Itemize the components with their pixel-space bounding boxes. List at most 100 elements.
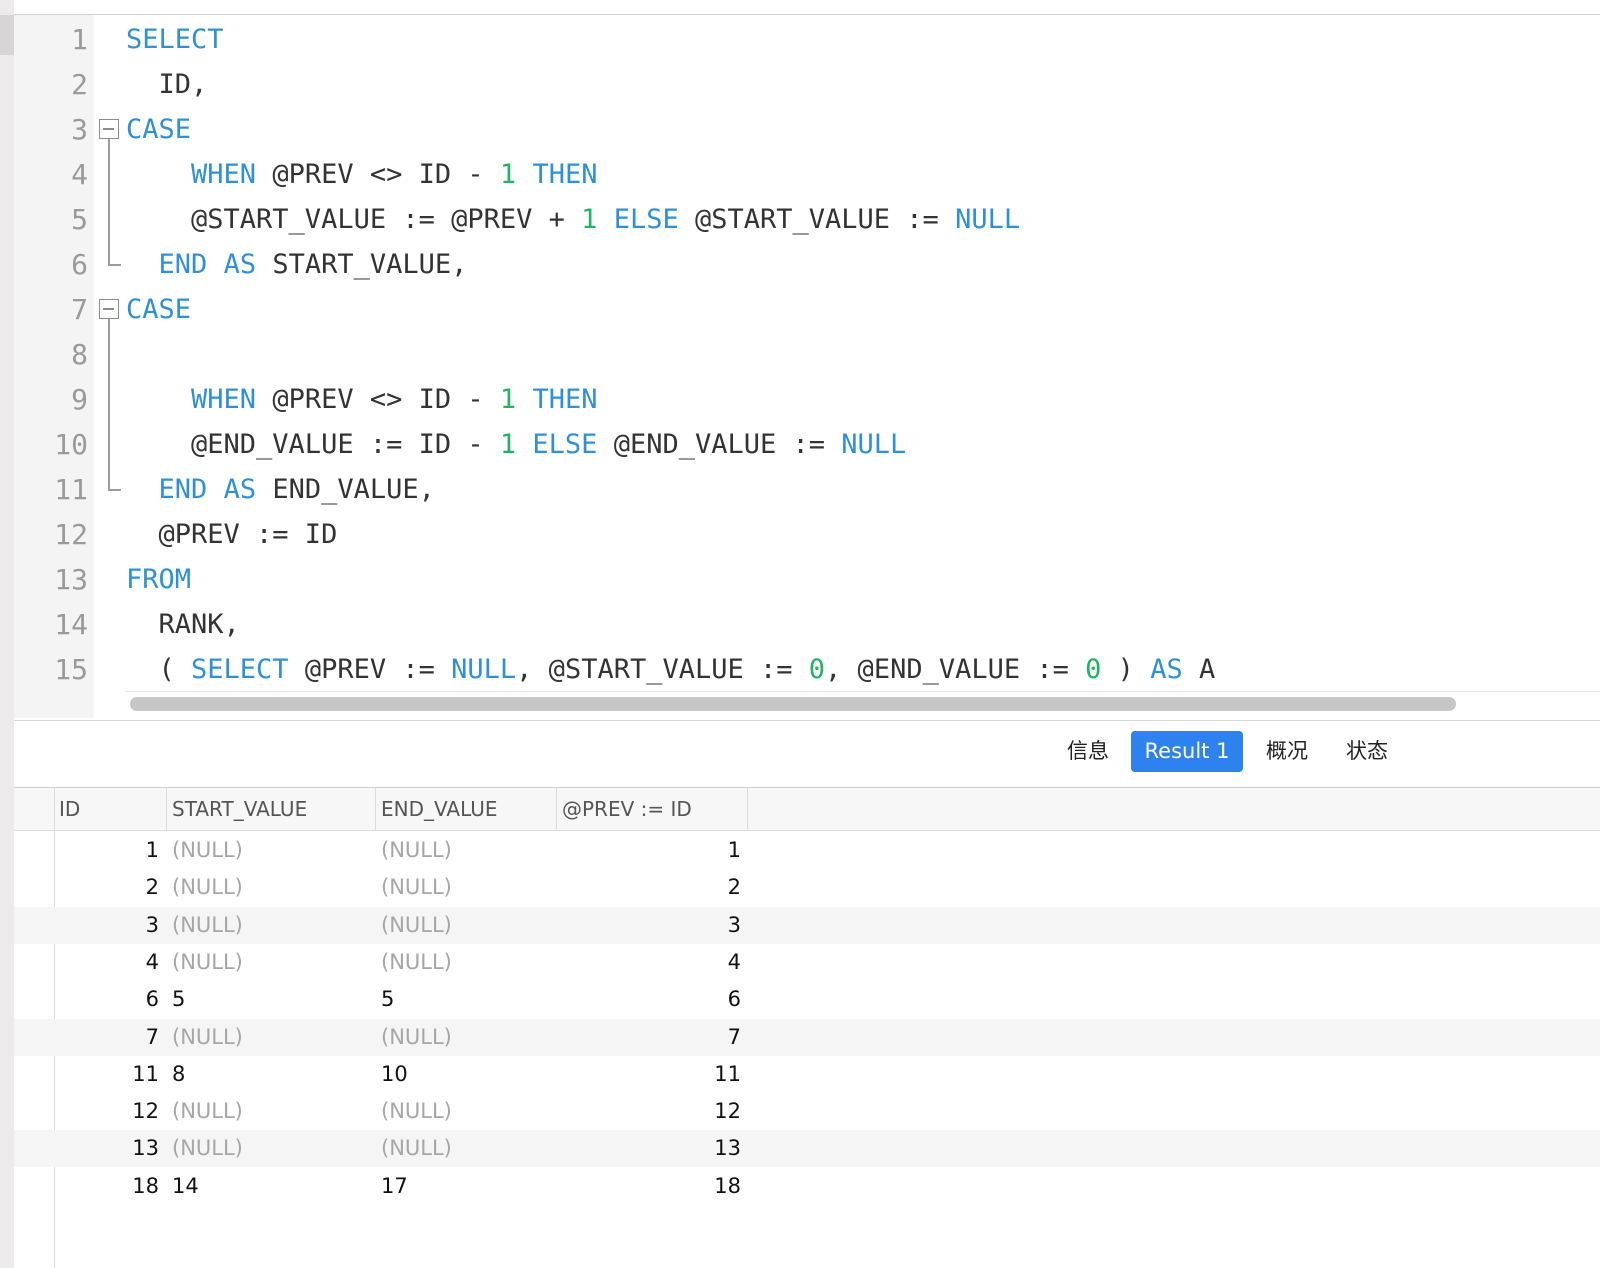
code-line[interactable]: 6 END AS START_VALUE,	[14, 242, 1600, 287]
cell-id[interactable]: 6	[54, 981, 159, 1018]
code-text: END AS START_VALUE,	[126, 242, 468, 287]
sql-identifier	[516, 429, 532, 460]
cell-start-value[interactable]: (NULL)	[172, 1019, 372, 1056]
fold-toggle-icon[interactable]	[99, 299, 119, 319]
cell-prev-id[interactable]: 11	[557, 1056, 741, 1093]
col-header-start-value[interactable]: START_VALUE	[167, 788, 376, 830]
table-row[interactable]: 12 (NULL) (NULL) 12	[14, 1093, 1600, 1130]
code-line[interactable]: 8	[14, 332, 1600, 377]
sql-identifier: @START_VALUE := @PREV +	[126, 204, 582, 235]
col-header-id[interactable]: ID	[54, 788, 167, 830]
tab-info[interactable]: 信息	[1054, 731, 1122, 772]
cell-start-value[interactable]: 5	[172, 981, 372, 1018]
cell-prev-id[interactable]: 2	[557, 869, 741, 906]
table-row[interactable]: 2 (NULL) (NULL) 2	[14, 869, 1600, 906]
cell-prev-id[interactable]: 1	[557, 832, 741, 869]
cell-end-value[interactable]: (NULL)	[381, 1019, 551, 1056]
cell-start-value[interactable]: (NULL)	[172, 907, 372, 944]
code-line[interactable]: 3 CASE	[14, 107, 1600, 152]
line-number: 5	[71, 203, 88, 236]
fold-toggle-icon[interactable]	[99, 119, 119, 139]
sql-identifier: ID,	[126, 69, 208, 100]
left-panel-selection	[0, 15, 14, 55]
sql-keyword: WHEN	[191, 159, 257, 190]
cell-end-value[interactable]: (NULL)	[381, 1093, 551, 1130]
code-line[interactable]: 2 ID,	[14, 62, 1600, 107]
table-row[interactable]: 6556	[14, 981, 1600, 1018]
sql-keyword: THEN	[532, 384, 598, 415]
code-line[interactable]: 4 WHEN @PREV <> ID - 1 THEN	[14, 152, 1600, 197]
col-header-end-value[interactable]: END_VALUE	[376, 788, 557, 830]
table-row[interactable]: 7 (NULL) (NULL) 7	[14, 1018, 1600, 1056]
cell-end-value[interactable]: 17	[381, 1168, 551, 1205]
cell-end-value[interactable]: (NULL)	[381, 907, 551, 944]
code-line[interactable]: 1 SELECT	[14, 17, 1600, 62]
code-line[interactable]: 11 END AS END_VALUE,	[14, 467, 1600, 512]
cell-end-value[interactable]: (NULL)	[381, 869, 551, 906]
tab-status[interactable]: 状态	[1334, 731, 1400, 772]
cell-prev-id[interactable]: 6	[557, 981, 741, 1018]
cell-start-value[interactable]: 8	[172, 1056, 372, 1093]
line-number: 10	[54, 428, 88, 461]
table-row[interactable]: 13 (NULL) (NULL) 13	[14, 1130, 1600, 1168]
col-header-prev-id[interactable]: @PREV := ID	[557, 788, 748, 830]
tab-profile[interactable]: 概况	[1254, 731, 1320, 772]
cell-start-value[interactable]: (NULL)	[172, 944, 372, 981]
code-line[interactable]: 15 ( SELECT @PREV := NULL, @START_VALUE …	[14, 647, 1600, 692]
cell-start-value[interactable]: (NULL)	[172, 1130, 372, 1167]
sql-identifier: @START_VALUE :=	[678, 204, 956, 235]
cell-id[interactable]: 4	[54, 944, 159, 981]
sql-identifier	[207, 474, 223, 505]
cell-prev-id[interactable]: 13	[557, 1130, 741, 1167]
cell-prev-id[interactable]: 3	[557, 907, 741, 944]
sql-editor-window: 1 SELECT 2 ID, 3 CASE 4 WHEN @PREV <> ID - 1 …	[0, 0, 1600, 1268]
sql-number: 1	[581, 204, 598, 235]
table-row[interactable]: 18 14 17 18	[14, 1168, 1600, 1205]
code-line[interactable]: 5 @START_VALUE := @PREV + 1 ELSE @START_…	[14, 197, 1600, 242]
cell-prev-id[interactable]: 12	[557, 1093, 741, 1130]
query-editor[interactable]: 1 SELECT 2 ID, 3 CASE 4 WHEN @PREV <> ID - 1 …	[14, 15, 1600, 733]
cell-id[interactable]: 11	[54, 1056, 159, 1093]
sql-identifier: @END_VALUE :=	[597, 429, 842, 460]
cell-id[interactable]: 13	[54, 1130, 159, 1167]
sql-identifier	[126, 249, 159, 280]
code-text: SELECT	[126, 17, 224, 62]
code-line[interactable]: 10 @END_VALUE := ID - 1 ELSE @END_VALUE …	[14, 422, 1600, 467]
code-line[interactable]: 9 WHEN @PREV <> ID - 1 THEN	[14, 377, 1600, 422]
cell-id[interactable]: 2	[54, 869, 159, 906]
table-row[interactable]: 11 8 10 11	[14, 1056, 1600, 1093]
cell-prev-id[interactable]: 18	[557, 1168, 741, 1205]
cell-end-value[interactable]: (NULL)	[381, 944, 551, 981]
code-line[interactable]: 14 RANK,	[14, 602, 1600, 647]
cell-start-value[interactable]: (NULL)	[172, 869, 372, 906]
code-line[interactable]: 7 CASE	[14, 287, 1600, 332]
sql-identifier: )	[1101, 654, 1151, 685]
sql-number: 1	[499, 429, 517, 460]
horizontal-scrollbar[interactable]	[130, 697, 1456, 711]
result-grid[interactable]: ID START_VALUE END_VALUE @PREV := ID 1 (NULL…	[14, 788, 1600, 1268]
code-line[interactable]: 13 FROM	[14, 557, 1600, 602]
cell-start-value[interactable]: (NULL)	[172, 832, 372, 869]
tab-result-1[interactable]: Result 1	[1131, 731, 1243, 772]
cell-start-value[interactable]: 14	[172, 1168, 372, 1205]
cell-id[interactable]: 1	[54, 832, 159, 869]
cell-prev-id[interactable]: 4	[557, 944, 741, 981]
table-row[interactable]: 3 (NULL) (NULL) 3	[14, 906, 1600, 944]
cell-id[interactable]: 3	[54, 907, 159, 944]
sql-keyword: END	[158, 474, 208, 505]
cell-prev-id[interactable]: 7	[557, 1019, 741, 1056]
cell-id[interactable]: 7	[54, 1019, 159, 1056]
cell-start-value[interactable]: (NULL)	[172, 1093, 372, 1130]
table-row[interactable]: 4 (NULL) (NULL) 4	[14, 944, 1600, 981]
cell-end-value[interactable]: (NULL)	[381, 1130, 551, 1167]
sql-identifier: END_VALUE,	[256, 474, 435, 505]
code-line[interactable]: 12 @PREV := ID	[14, 512, 1600, 557]
cell-end-value[interactable]: (NULL)	[381, 832, 551, 869]
sql-keyword: SELECT	[191, 654, 289, 685]
cell-id[interactable]: 12	[54, 1093, 159, 1130]
table-row[interactable]: 1 (NULL) (NULL) 1	[14, 832, 1600, 869]
cell-id[interactable]: 18	[54, 1168, 159, 1205]
cell-end-value[interactable]: 10	[381, 1056, 551, 1093]
cell-end-value[interactable]: 5	[381, 981, 551, 1018]
fold-guide-line	[108, 139, 110, 264]
